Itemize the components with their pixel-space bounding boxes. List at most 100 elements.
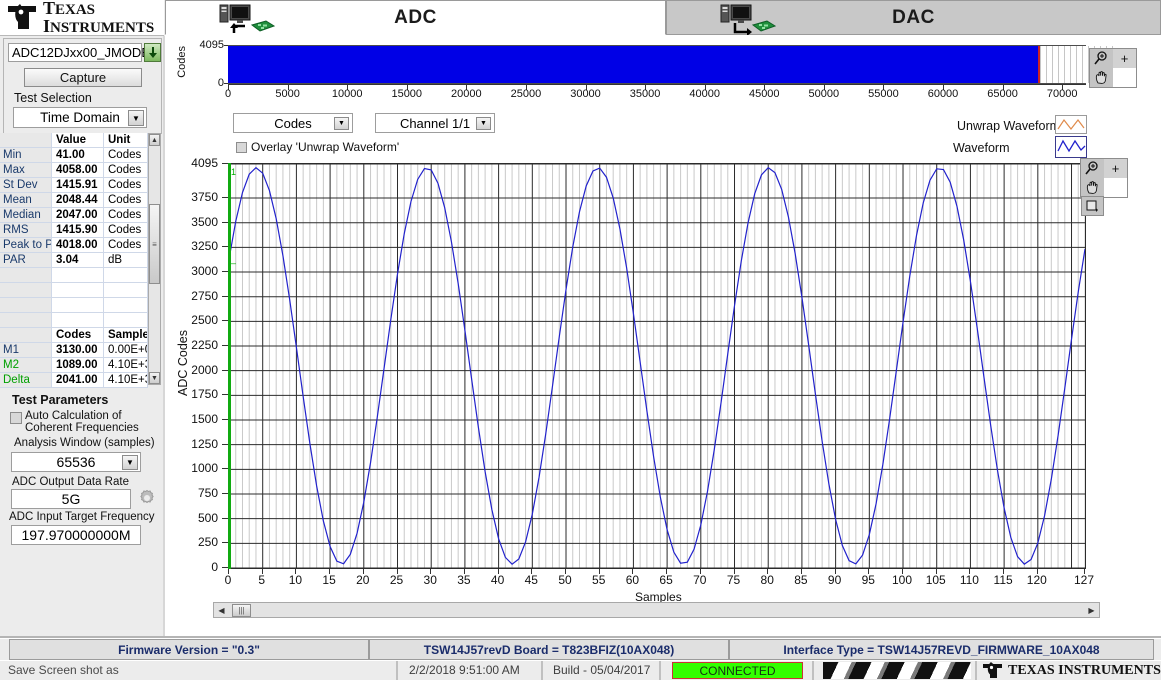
ti-wordmark: TTEXASEXAS INSTRUMENTS — [43, 0, 155, 36]
table-row: Median 2047.00 Codes — [0, 208, 148, 223]
waveform-plot[interactable] — [228, 163, 1086, 569]
waveform-x-tick-label: 70 — [693, 573, 707, 587]
test-parameters-title: Test Parameters — [12, 393, 109, 407]
crosshair-icon[interactable]: + — [1113, 49, 1136, 68]
waveform-x-tick — [834, 569, 836, 574]
input-frequency-value: 197.970000000M — [21, 527, 131, 543]
tab-dac[interactable]: DAC — [666, 0, 1161, 35]
channel-dropdown[interactable]: Channel 1/1 ▼ — [375, 113, 495, 133]
chevron-down-icon[interactable]: ▼ — [128, 110, 144, 126]
waveform-x-tick — [396, 569, 398, 574]
stat-unit: Codes — [104, 223, 148, 238]
waveform-plot-toolbar[interactable]: + — [1080, 158, 1128, 198]
table-row: PAR 3.04 dB — [0, 253, 148, 268]
device-selector[interactable]: ADC12DJxx00_JMODE — [8, 43, 150, 62]
bottom-divider — [0, 636, 1161, 638]
stat-label: RMS — [0, 223, 52, 238]
input-frequency-label: ADC Input Target Frequency — [9, 511, 155, 523]
chevron-down-icon[interactable]: ▼ — [122, 455, 138, 470]
waveform-y-tick-label: 0 — [211, 560, 218, 574]
scrollbar-thumb[interactable]: ||| — [232, 604, 251, 617]
waveform-x-tick — [800, 569, 802, 574]
waveform-x-tick-label: 15 — [322, 573, 336, 587]
table-row: Max 4058.00 Codes — [0, 163, 148, 178]
waveform-x-tick — [767, 569, 769, 574]
stat-value: 4018.00 — [52, 238, 104, 253]
chevron-down-icon[interactable]: ▼ — [476, 117, 491, 130]
stat-label: PAR — [0, 253, 52, 268]
interface-type-cell: Interface Type = TSW14J57REVD_FIRMWARE_1… — [729, 639, 1154, 660]
download-arrow-icon[interactable] — [144, 43, 161, 62]
codes-x-tick-label: 35000 — [629, 88, 661, 100]
legend-waveform-swatch[interactable] — [1055, 136, 1087, 158]
stat-label: Peak to P — [0, 238, 52, 253]
stat-unit: Codes — [104, 238, 148, 253]
pan-hand-icon[interactable] — [1081, 178, 1104, 197]
overlay-unwrap-checkbox[interactable] — [236, 142, 247, 153]
panel-divider — [163, 36, 165, 638]
scroll-left-icon[interactable]: ◀ — [216, 605, 227, 616]
codes-x-tick-label: 15000 — [391, 88, 423, 100]
codes-x-tick-label: 5000 — [275, 88, 300, 100]
table-row — [0, 268, 148, 283]
waveform-x-tick-label: 115 — [993, 573, 1013, 587]
scroll-right-icon[interactable]: ▶ — [1086, 605, 1097, 616]
cursor-line-m1[interactable] — [228, 163, 231, 569]
tab-adc[interactable]: ADC — [165, 0, 666, 35]
test-selection-dropdown[interactable]: Time Domain ▼ — [13, 107, 147, 128]
codes-source-value: Codes — [274, 115, 312, 131]
table-row: RMS 1415.90 Codes — [0, 223, 148, 238]
codes-gridlines — [1040, 46, 1113, 83]
legend-unwrap-swatch[interactable] — [1055, 115, 1087, 134]
stat-value — [52, 313, 104, 328]
stat-unit: Codes — [104, 148, 148, 163]
ti-footer-text: TEXAS INSTRUMENTS — [1008, 662, 1161, 678]
stat-label: Median — [0, 208, 52, 223]
scroll-up-icon[interactable]: ▲ — [149, 134, 160, 146]
gear-icon[interactable] — [138, 489, 156, 507]
marker-sample: 0.00E+0 — [104, 343, 148, 358]
codes-source-dropdown[interactable]: Codes ▼ — [233, 113, 353, 133]
marker-codes: 1089.00 — [52, 358, 104, 373]
waveform-y-tick-label: 500 — [197, 510, 218, 525]
scroll-down-icon[interactable]: ▼ — [149, 372, 160, 384]
stat-value: 2047.00 — [52, 208, 104, 223]
legend-unwrap-label: Unwrap Waveform — [957, 119, 1061, 133]
auto-calc-checkbox[interactable] — [10, 412, 22, 424]
zoom-magnifier-icon[interactable] — [1090, 49, 1113, 68]
stats-vertical-scrollbar[interactable]: ▲ ≡ ▼ — [148, 133, 161, 385]
codes-overview-plot[interactable] — [228, 45, 1113, 84]
codes-filled-region — [228, 46, 1039, 83]
zoom-magnifier-icon[interactable] — [1081, 159, 1104, 178]
marker-label: M1 — [0, 343, 52, 358]
chevron-down-icon[interactable]: ▼ — [334, 117, 349, 130]
save-screenshot-label[interactable]: Save Screen shot as — [8, 663, 119, 677]
scrollbar-thumb[interactable]: ≡ — [149, 204, 160, 284]
output-rate-input[interactable]: 5G — [11, 489, 131, 509]
capture-button[interactable]: Capture — [24, 68, 142, 87]
stat-value — [52, 268, 104, 283]
waveform-horizontal-scrollbar[interactable]: ◀ ||| ▶ — [213, 602, 1100, 618]
analysis-window-dropdown[interactable]: 65536 ▼ — [11, 452, 141, 472]
codes-x-tick-label: 45000 — [748, 88, 780, 100]
input-frequency-input[interactable]: 197.970000000M — [11, 525, 141, 545]
table-row — [0, 298, 148, 313]
stat-label — [0, 268, 52, 283]
codes-x-tick-label: 0 — [224, 88, 232, 100]
pan-hand-icon[interactable] — [1090, 68, 1113, 87]
waveform-x-tick — [733, 569, 735, 574]
waveform-x-tick-label: 90 — [827, 573, 842, 587]
channel-value: Channel 1/1 — [399, 115, 471, 131]
codes-plot-toolbar[interactable]: + — [1089, 48, 1137, 88]
datetime-label: 2/2/2018 9:51:00 AM — [409, 663, 520, 677]
auto-calc-label-line1: Auto Calculation of — [25, 410, 122, 422]
crosshair-icon[interactable]: + — [1104, 159, 1127, 178]
fit-window-button[interactable] — [1081, 196, 1104, 216]
codes-x-tick-label: 50000 — [808, 88, 840, 100]
waveform-y-tick-label: 1250 — [191, 436, 218, 451]
waveform-x-tick — [261, 569, 263, 574]
analysis-window-value: 65536 — [56, 454, 96, 470]
table-row: Mean 2048.44 Codes — [0, 193, 148, 208]
codes-x-tick-label: 65000 — [987, 88, 1018, 100]
test-selection-value: Time Domain — [40, 110, 120, 125]
